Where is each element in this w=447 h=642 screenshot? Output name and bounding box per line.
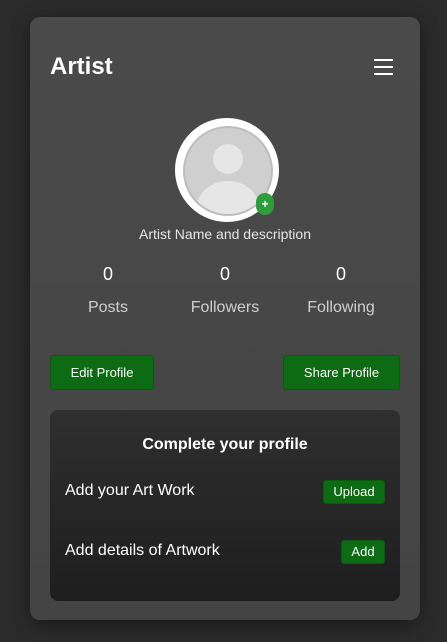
artist-description: Artist Name and description	[139, 226, 311, 242]
edit-profile-button[interactable]: Edit Profile	[50, 355, 154, 390]
stat-followers[interactable]: 0 Followers	[165, 263, 285, 317]
page-title: Artist	[50, 53, 113, 80]
stat-posts[interactable]: 0 Posts	[48, 263, 168, 317]
share-profile-button[interactable]: Share Profile	[283, 355, 400, 390]
add-details-button[interactable]: Add	[341, 540, 385, 564]
add-art-work-label: Add your Art Work	[65, 482, 195, 499]
avatar[interactable]: +	[175, 118, 279, 222]
stat-following-count: 0	[335, 264, 346, 284]
stat-posts-label: Posts	[87, 299, 128, 316]
stat-followers-label: Followers	[190, 299, 260, 316]
profile-card: Artist + Artist Name and description 0 P…	[30, 17, 420, 620]
add-artwork-details-label: Add details of Artwork	[65, 542, 220, 559]
complete-profile-panel: Complete your profile Add your Art Work …	[50, 410, 400, 601]
complete-profile-title: Complete your profile	[142, 436, 308, 453]
hamburger-menu-icon[interactable]	[370, 55, 396, 81]
stat-posts-count: 0	[102, 264, 113, 284]
add-photo-button[interactable]: +	[256, 193, 274, 215]
stat-following-label: Following	[307, 299, 375, 316]
upload-button[interactable]: Upload	[323, 480, 385, 504]
stat-followers-count: 0	[219, 264, 230, 284]
stat-following[interactable]: 0 Following	[281, 263, 401, 317]
